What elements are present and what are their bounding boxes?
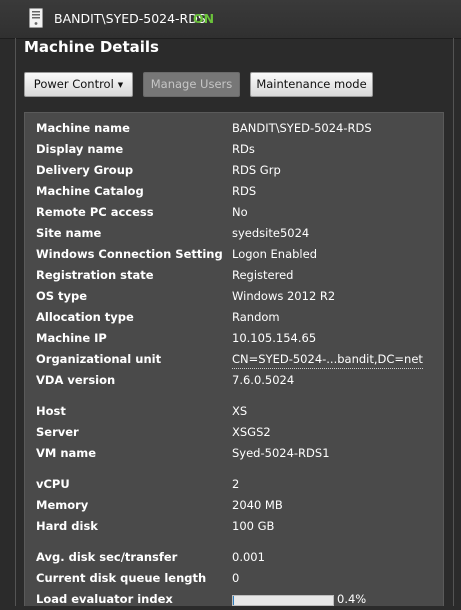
detail-value: RDs bbox=[232, 142, 255, 156]
detail-row: Delivery Group RDS Grp bbox=[25, 160, 445, 181]
power-status-badge: ON bbox=[193, 11, 215, 26]
detail-value: Registered bbox=[232, 268, 294, 282]
detail-row: Host XS bbox=[25, 401, 445, 422]
detail-value: Logon Enabled bbox=[232, 247, 317, 261]
detail-label: VM name bbox=[36, 446, 97, 460]
detail-label: Delivery Group bbox=[36, 163, 134, 177]
organizational-unit-link[interactable]: CN=SYED-5024-...bandit,DC=net bbox=[232, 351, 423, 369]
frame-divider-left bbox=[15, 38, 16, 606]
detail-value: BANDIT\SYED-5024-RDS bbox=[232, 121, 372, 135]
detail-value: 0 bbox=[232, 571, 240, 585]
detail-label: OS type bbox=[36, 289, 88, 303]
detail-row: OS type Windows 2012 R2 bbox=[25, 286, 445, 307]
detail-value: syedsite5024 bbox=[232, 226, 310, 240]
detail-value: 2040 MB bbox=[232, 498, 283, 512]
detail-label: Organizational unit bbox=[36, 352, 162, 366]
detail-value: 10.105.154.65 bbox=[232, 331, 317, 345]
detail-row: Server XSGS2 bbox=[25, 422, 445, 443]
header-machine-name: BANDIT\SYED-5024-RDS bbox=[54, 11, 206, 26]
detail-label: Windows Connection Setting bbox=[36, 247, 223, 261]
detail-label: Avg. disk sec/transfer bbox=[36, 550, 178, 564]
detail-label: Memory bbox=[36, 498, 89, 512]
detail-value: RDS bbox=[232, 184, 257, 198]
detail-label: Remote PC access bbox=[36, 205, 154, 219]
detail-row: Machine name BANDIT\SYED-5024-RDS bbox=[25, 118, 445, 139]
detail-row: Site name syedsite5024 bbox=[25, 223, 445, 244]
detail-row: Hard disk 100 GB bbox=[25, 516, 445, 537]
detail-row: Registration state Registered bbox=[25, 265, 445, 286]
detail-value: 0.001 bbox=[232, 550, 265, 564]
detail-row: Windows Connection Setting Logon Enabled bbox=[25, 244, 445, 265]
detail-label: Registration state bbox=[36, 268, 154, 282]
detail-label: Display name bbox=[36, 142, 124, 156]
detail-row: Memory 2040 MB bbox=[25, 495, 445, 516]
detail-label: Allocation type bbox=[36, 310, 134, 324]
machine-details-panel: Machine name BANDIT\SYED-5024-RDS Display … bbox=[24, 112, 444, 606]
detail-value: Syed-5024-RDS1 bbox=[232, 446, 330, 460]
dropdown-arrow-icon: ▼ bbox=[117, 81, 124, 89]
detail-row: vCPU 2 bbox=[25, 474, 445, 495]
detail-row: Machine IP 10.105.154.65 bbox=[25, 328, 445, 349]
machine-header: BANDIT\SYED-5024-RDS ON bbox=[0, 0, 461, 39]
detail-value: XSGS2 bbox=[232, 425, 271, 439]
detail-value: Windows 2012 R2 bbox=[232, 289, 336, 303]
detail-label: Machine Catalog bbox=[36, 184, 144, 198]
detail-value: 7.6.0.5024 bbox=[232, 373, 295, 387]
detail-row: Load evaluator index 0.4% bbox=[25, 589, 445, 610]
detail-value: 2 bbox=[232, 477, 240, 491]
detail-label: Site name bbox=[36, 226, 102, 240]
detail-row: Organizational unit CN=SYED-5024-...bandi… bbox=[25, 349, 445, 370]
power-control-label: Power Control bbox=[33, 77, 114, 91]
maintenance-mode-button[interactable]: Maintenance mode bbox=[250, 72, 373, 97]
detail-row: Remote PC access No bbox=[25, 202, 445, 223]
detail-row: VDA version 7.6.0.5024 bbox=[25, 370, 445, 391]
detail-value: XS bbox=[232, 404, 248, 418]
detail-label: Machine IP bbox=[36, 331, 107, 345]
frame-divider-right bbox=[453, 38, 454, 606]
detail-label: Machine name bbox=[36, 121, 130, 135]
detail-value: Random bbox=[232, 310, 280, 324]
detail-label: Current disk queue length bbox=[36, 571, 207, 585]
detail-row: Display name RDs bbox=[25, 139, 445, 160]
power-control-button[interactable]: Power Control ▼ bbox=[24, 72, 133, 97]
detail-value: No bbox=[232, 205, 248, 219]
detail-label: vCPU bbox=[36, 477, 70, 491]
load-index-bar bbox=[232, 595, 334, 606]
detail-label: Load evaluator index bbox=[36, 592, 173, 606]
detail-row: Avg. disk sec/transfer 0.001 bbox=[25, 547, 445, 568]
detail-row: Current disk queue length 0 bbox=[25, 568, 445, 589]
detail-row: VM name Syed-5024-RDS1 bbox=[25, 443, 445, 464]
server-icon bbox=[29, 8, 43, 28]
section-title: Machine Details bbox=[24, 38, 159, 56]
detail-row: Machine Catalog RDS bbox=[25, 181, 445, 202]
detail-label: Host bbox=[36, 404, 66, 418]
load-index-value: 0.4% bbox=[337, 592, 367, 606]
manage-users-button[interactable]: Manage Users bbox=[143, 72, 240, 97]
detail-value: 100 GB bbox=[232, 519, 275, 533]
detail-label: Hard disk bbox=[36, 519, 98, 533]
detail-row: Allocation type Random bbox=[25, 307, 445, 328]
detail-label: Server bbox=[36, 425, 79, 439]
detail-value: RDS Grp bbox=[232, 163, 281, 177]
detail-label: VDA version bbox=[36, 373, 116, 387]
load-index-bar-fill bbox=[233, 596, 234, 605]
